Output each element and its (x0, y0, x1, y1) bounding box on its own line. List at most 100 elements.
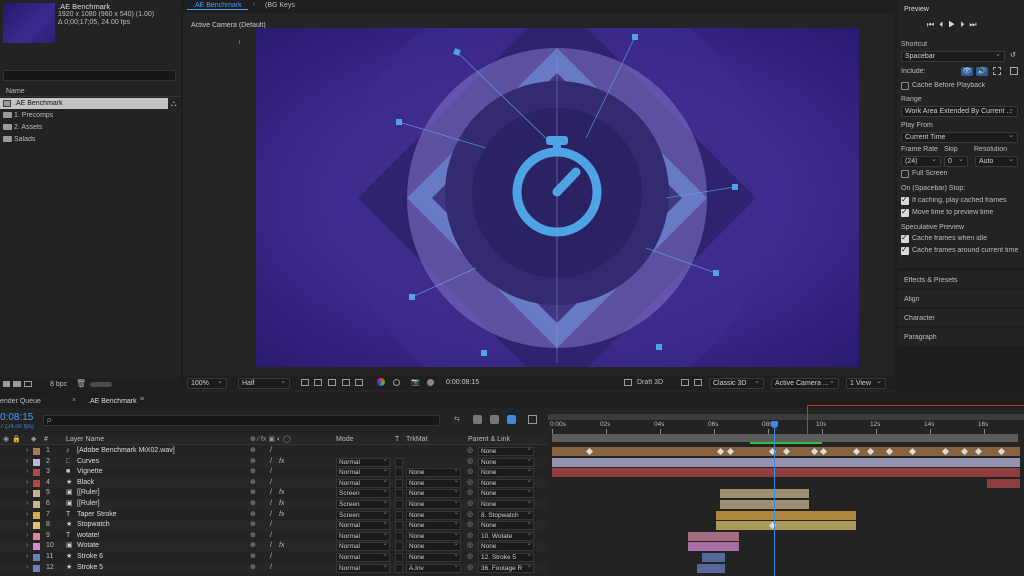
pickwhip-icon[interactable]: ◎ (467, 478, 473, 489)
layer-row[interactable]: › 7 T Taper Stroke ⊕ / fx Screen None ◎ 8. Stopwat… (0, 509, 548, 521)
comp-flowchart-icon[interactable]: ⇆ (454, 415, 460, 423)
layer-name[interactable]: Wotate (77, 541, 242, 552)
layer-row[interactable]: › 10 ▣ Wotate ⊕ / fx Normal None ◎ None (0, 541, 548, 552)
parent-column[interactable]: Parent & Link (468, 435, 510, 445)
layer-row[interactable]: › 5 ▣ [[Ruler] ⊕ / fx Screen None ◎ None (0, 488, 548, 499)
layer-row[interactable]: › 6 ▣ [[Ruler] ⊕ / fx Screen None ◎ None (0, 499, 548, 510)
effect-switch-icon[interactable]: fx (279, 510, 284, 521)
parent-select[interactable]: None (478, 542, 534, 552)
trkmat-select[interactable]: None (406, 521, 461, 531)
layer-label-color[interactable] (33, 501, 40, 508)
mode-select[interactable]: Normal (336, 542, 390, 552)
pickwhip-icon[interactable]: ◎ (467, 446, 473, 457)
parent-select[interactable]: 10. Wotate (478, 531, 534, 541)
effect-switch-icon[interactable]: fx (279, 499, 284, 510)
preserve-transparency-box[interactable] (395, 510, 403, 520)
mode-select[interactable]: Screen (336, 500, 390, 509)
shy-switch-icon[interactable]: ⊕ (250, 446, 256, 457)
layer-label-color[interactable] (33, 532, 40, 540)
reset-icon[interactable]: ↺ (1010, 51, 1016, 59)
frame-rate-select[interactable]: (24) (901, 156, 941, 167)
paragraph-panel[interactable]: Paragraph (897, 328, 1024, 345)
trkmat-select[interactable]: None (406, 478, 461, 488)
preserve-transparency-box[interactable] (395, 531, 403, 541)
comp-canvas[interactable] (256, 28, 859, 367)
layer-duration-bar[interactable] (552, 468, 1020, 478)
expand-arrow-icon[interactable]: › (26, 531, 28, 542)
layer-row[interactable]: › 11 ★ Stroke 6 ⊕ / Normal None ◎ 12. Stroke 5 (0, 552, 548, 563)
pickwhip-icon[interactable]: ◎ (467, 467, 473, 478)
3d-ground-plane-icon[interactable] (681, 379, 689, 386)
interpret-footage-icon[interactable] (3, 381, 10, 387)
effect-switch-icon[interactable]: fx (279, 457, 284, 468)
viewer-timecode[interactable]: 0:00:08:15 (446, 379, 479, 386)
effect-switch-icon[interactable]: fx (279, 541, 284, 552)
pickwhip-icon[interactable]: ◎ (467, 520, 473, 531)
preserve-transparency-box[interactable] (395, 468, 403, 478)
quality-switch-icon[interactable]: / (270, 478, 272, 489)
mode-select[interactable]: Normal (336, 563, 390, 573)
layer-row[interactable]: › 9 Twotate! ⊕ / Normal None ◎ 10. Wotate (0, 530, 548, 542)
zoom-select[interactable]: 100% (187, 378, 227, 389)
mode-select[interactable]: Normal (336, 457, 390, 467)
video-eye-icon[interactable]: ◉ (3, 435, 9, 445)
if-caching-checkbox[interactable] (901, 195, 909, 205)
trkmat-select[interactable]: None (406, 553, 461, 562)
play-icon[interactable]: ▶ (948, 20, 960, 29)
play-from-select[interactable]: Current Time (901, 132, 1018, 143)
show-snapshot-icon[interactable] (427, 379, 434, 386)
trkmat-select[interactable]: A.Inv (406, 563, 461, 573)
draft-3d-icon[interactable] (624, 379, 632, 386)
layer-label-color[interactable] (33, 554, 40, 561)
delete-icon[interactable]: 🗑 (76, 379, 86, 388)
expand-arrow-icon[interactable]: › (26, 499, 28, 510)
layer-label-color[interactable] (33, 543, 40, 551)
preserve-transparency-box[interactable] (395, 521, 403, 531)
expand-arrow-icon[interactable]: › (26, 488, 28, 499)
layer-name[interactable]: wotate! (77, 531, 242, 542)
quality-switch-icon[interactable]: / (270, 446, 272, 457)
layer-name[interactable]: [[Ruler] (77, 488, 242, 499)
parent-select[interactable]: None (478, 521, 534, 531)
trkmat-select[interactable]: None (406, 489, 461, 499)
trkmat-select[interactable]: None (406, 510, 461, 520)
effect-switch-icon[interactable]: fx (279, 488, 284, 499)
trkmat-select[interactable]: None (406, 500, 461, 509)
layer-duration-bar[interactable] (552, 457, 1020, 467)
shy-switch-icon[interactable]: ⊕ (250, 563, 256, 574)
grid-guides-icon[interactable] (355, 379, 363, 386)
layer-duration-bar[interactable] (687, 542, 740, 552)
expand-arrow-icon[interactable]: › (26, 510, 28, 521)
layer-name[interactable]: [[Ruler] (77, 499, 242, 510)
last-frame-icon[interactable]: ⏭ (969, 20, 981, 29)
layer-label-color[interactable] (33, 448, 40, 455)
preserve-transparency-box[interactable] (395, 489, 403, 499)
parent-select[interactable]: None (478, 447, 534, 456)
trkmat-select[interactable]: None (406, 468, 461, 478)
layer-name[interactable]: Stopwatch (77, 520, 242, 531)
quality-switch-icon[interactable]: / (270, 499, 272, 510)
pickwhip-icon[interactable]: ◎ (467, 510, 473, 521)
frame-blending-icon[interactable] (507, 415, 516, 424)
quality-switch-icon[interactable]: / (270, 467, 272, 478)
time-ruler[interactable]: 0:00s 02s 04s 06s 08s 10s 12s 14s 16s (548, 421, 1024, 434)
preserve-transparency-box[interactable] (395, 500, 403, 509)
quality-switch-icon[interactable]: / (270, 520, 272, 531)
project-item[interactable]: 2. Assets (0, 122, 168, 133)
parent-select[interactable]: None (478, 478, 534, 488)
mask-visibility-icon[interactable] (328, 379, 336, 386)
viewer-tab[interactable]: .AE Benchmark (187, 2, 248, 10)
resolution-select[interactable]: Half (238, 378, 290, 389)
snapshot-icon[interactable]: 📷 (411, 378, 420, 386)
shy-switch-icon[interactable]: ⊕ (250, 552, 256, 563)
layer-name[interactable]: Vignette (77, 467, 242, 478)
layer-label-color[interactable] (33, 458, 40, 466)
expand-arrow-icon[interactable]: › (26, 520, 28, 531)
graph-editor-icon[interactable] (528, 415, 537, 424)
parent-select[interactable]: None (478, 500, 534, 509)
parent-select[interactable]: None (478, 468, 534, 478)
mode-column[interactable]: Mode (336, 435, 354, 445)
mode-select[interactable]: Screen (336, 510, 390, 520)
previous-frame-icon[interactable]: ⏴ (939, 20, 948, 29)
shy-switch-icon[interactable]: ⊕ (250, 520, 256, 531)
